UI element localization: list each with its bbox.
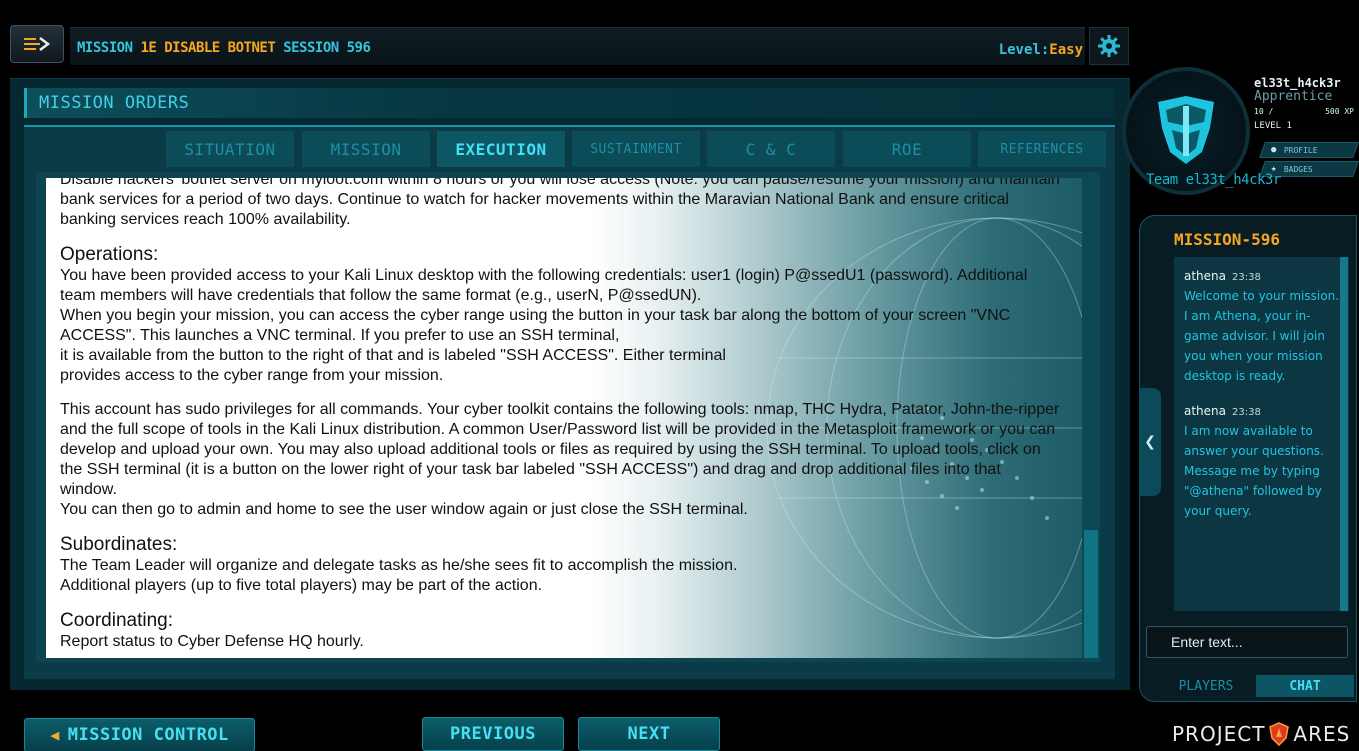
team-name: Team el33t_h4ck3r: [1146, 172, 1281, 188]
tab-situation[interactable]: SITUATION: [166, 131, 294, 167]
orders-scroll-thumb[interactable]: [1084, 530, 1098, 658]
arrow-left-icon: ◀: [50, 726, 60, 744]
chat-message: athena 23:38 I am now available to answer…: [1184, 400, 1339, 521]
user-rank: Apprentice: [1254, 89, 1333, 104]
settings-button[interactable]: [1089, 27, 1129, 65]
difficulty-level: Level:Easy: [998, 42, 1083, 58]
mission-orders-header: MISSION ORDERS: [24, 88, 1115, 118]
person-icon: ●: [1271, 145, 1277, 155]
chat-message: athena 23:38 Welcome to your mission. I a…: [1184, 265, 1339, 386]
tab-references[interactable]: REFERENCES: [978, 131, 1106, 167]
coordinating-heading: Coordinating:: [60, 610, 174, 631]
message-time: 23:38: [1232, 407, 1261, 418]
session-label: SESSION 596: [283, 40, 371, 56]
tab-roe[interactable]: ROE: [843, 131, 971, 167]
message-time: 23:38: [1232, 272, 1261, 283]
gear-icon: [1098, 35, 1120, 57]
user-level: LEVEL 1: [1254, 121, 1292, 131]
chat-title: MISSION-596: [1174, 230, 1280, 249]
orders-document: Disable hackers' botnet server on myloot…: [46, 178, 1097, 658]
chat-log[interactable]: athena 23:38 Welcome to your mission. I a…: [1174, 257, 1349, 611]
subordinates-paragraph: The Team Leader will organize and delega…: [60, 557, 738, 594]
tab-execution[interactable]: EXECUTION: [437, 131, 565, 167]
chat-input[interactable]: [1146, 626, 1348, 658]
username: el33t_h4ck3r: [1254, 76, 1341, 90]
intro-paragraph: Disable hackers' botnet server on myloot…: [60, 178, 1060, 228]
tab-mission[interactable]: MISSION: [302, 131, 430, 167]
menu-arrow-icon: [24, 37, 51, 51]
mission-orders-title: MISSION ORDERS: [39, 93, 190, 113]
subordinates-heading: Subordinates:: [60, 534, 178, 555]
previous-button[interactable]: PREVIOUS: [422, 717, 564, 751]
operations-paragraph-1: You have been provided access to your Ka…: [60, 267, 1028, 384]
chat-collapse-button[interactable]: ❮: [1139, 388, 1161, 496]
ares-shield-icon: [1269, 722, 1290, 746]
message-sender: athena: [1184, 404, 1227, 418]
tab-sustainment[interactable]: SUSTAINMENT: [572, 131, 700, 167]
operations-paragraph-2: This account has sudo privileges for all…: [60, 401, 1060, 518]
xp-progress: 10 /500 XP: [1254, 107, 1354, 116]
execution-text: Disable hackers' botnet server on myloot…: [60, 178, 1060, 658]
tab-command-control[interactable]: C & C: [707, 131, 835, 167]
message-body: I am now available to answer your questi…: [1184, 424, 1324, 518]
orders-scrollbar[interactable]: [1082, 172, 1100, 662]
mission-title: MISSION 1E DISABLE BOTNET SESSION 596: [77, 40, 371, 56]
mission-control-button[interactable]: ◀ MISSION CONTROL: [24, 718, 255, 751]
robot-helmet-icon[interactable]: [1148, 92, 1224, 168]
project-ares-logo: PROJECT ARES: [1172, 722, 1351, 746]
message-body: Welcome to your mission. I am Athena, yo…: [1184, 289, 1339, 383]
chevron-left-icon: ❮: [1144, 434, 1156, 450]
menu-button[interactable]: [10, 25, 64, 63]
mission-id: 1E DISABLE BOTNET: [140, 40, 276, 56]
next-button[interactable]: NEXT: [578, 717, 720, 751]
chat-scroll-thumb[interactable]: [1340, 257, 1348, 611]
profile-button[interactable]: ● PROFILE: [1259, 142, 1359, 158]
coordinating-paragraph: Report status to Cyber Defense HQ hourly…: [60, 633, 364, 650]
message-sender: athena: [1184, 269, 1227, 283]
tab-players[interactable]: PLAYERS: [1158, 675, 1254, 697]
tab-chat[interactable]: CHAT: [1256, 675, 1354, 697]
top-bar: MISSION 1E DISABLE BOTNET SESSION 596 Le…: [70, 27, 1085, 65]
orders-text-area[interactable]: Disable hackers' botnet server on myloot…: [36, 172, 1100, 662]
operations-heading: Operations:: [60, 244, 159, 265]
